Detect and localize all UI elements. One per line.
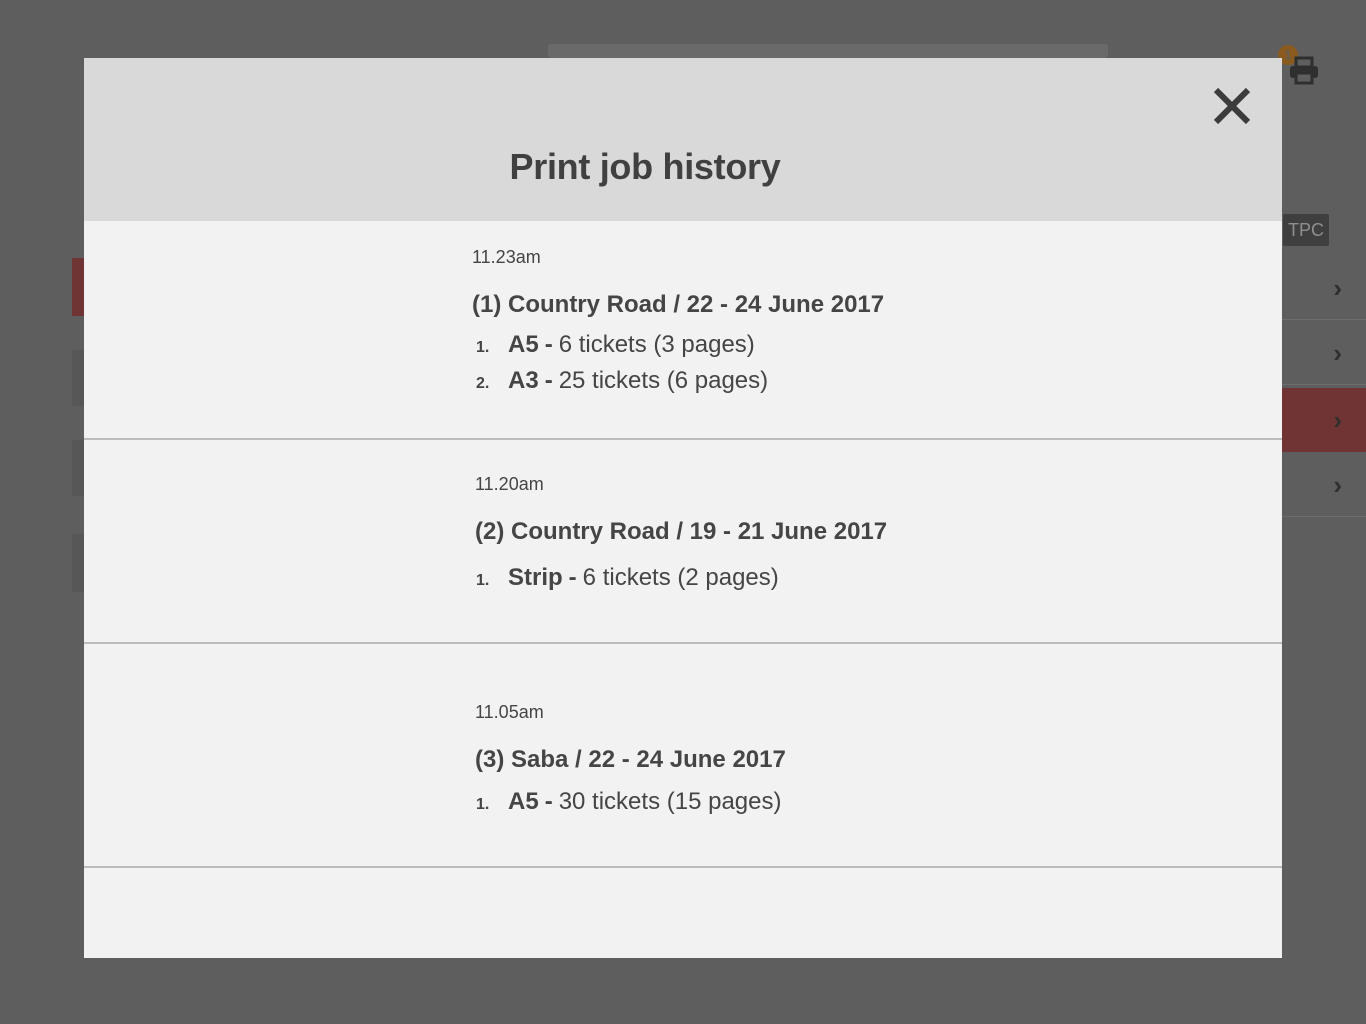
background-list-row: › bbox=[1282, 256, 1366, 320]
tpc-tag: TPC bbox=[1283, 214, 1329, 246]
print-job-history-modal: Print job history 11.23am (1) Country Ro… bbox=[84, 58, 1282, 958]
job-item-number: 1. bbox=[476, 796, 490, 813]
job-title: (1) Country Road / 22 - 24 June 2017 bbox=[472, 291, 885, 318]
background-list-row: › bbox=[1282, 321, 1366, 385]
job-title: (3) Saba / 22 - 24 June 2017 bbox=[475, 746, 786, 773]
job-item-number: 2. bbox=[476, 375, 490, 392]
job-item: 1. A5 - 30 tickets (15 pages) bbox=[472, 788, 781, 816]
job-time: 11.05am bbox=[475, 702, 544, 722]
close-button[interactable] bbox=[1210, 84, 1254, 128]
job-time: 11.23am bbox=[472, 247, 541, 267]
job-item-separator: - bbox=[544, 367, 553, 394]
job-item-size: A3 bbox=[508, 367, 539, 394]
job-entry[interactable]: 11.23am (1) Country Road / 22 - 24 June … bbox=[84, 221, 1282, 440]
background-search-bar bbox=[548, 44, 1108, 58]
job-item-separator: - bbox=[568, 564, 577, 591]
chevron-right-icon: › bbox=[1333, 272, 1342, 303]
job-item-detail: 25 tickets (6 pages) bbox=[558, 367, 769, 394]
job-item-detail: 30 tickets (15 pages) bbox=[558, 788, 782, 815]
background-list-row-active: › bbox=[1282, 388, 1366, 452]
chevron-right-icon: › bbox=[1333, 337, 1342, 368]
job-entry[interactable]: 11.05am (3) Saba / 22 - 24 June 2017 1. … bbox=[84, 644, 1282, 868]
background-list-row: › bbox=[1282, 453, 1366, 517]
job-title: (2) Country Road / 19 - 21 June 2017 bbox=[475, 518, 888, 545]
printer-icon bbox=[1287, 56, 1321, 86]
chevron-right-icon: › bbox=[1333, 405, 1342, 435]
modal-title: Print job history bbox=[509, 146, 781, 187]
job-item-size: A5 bbox=[508, 788, 539, 815]
job-item-separator: - bbox=[544, 331, 553, 358]
job-item: 1. A5 - 6 tickets (3 pages) bbox=[472, 331, 755, 359]
job-item: 1. Strip - 6 tickets (2 pages) bbox=[472, 564, 779, 592]
job-item-separator: - bbox=[544, 788, 553, 815]
job-time: 11.20am bbox=[475, 474, 544, 494]
job-item-size: A5 bbox=[508, 331, 539, 358]
job-item-number: 1. bbox=[476, 339, 490, 356]
job-item-size: Strip bbox=[508, 564, 563, 591]
job-item: 2. A3 - 25 tickets (6 pages) bbox=[472, 367, 768, 395]
job-item-detail: 6 tickets (3 pages) bbox=[558, 331, 755, 358]
job-entry[interactable]: 11.20am (2) Country Road / 19 - 21 June … bbox=[84, 440, 1282, 644]
modal-header: Print job history bbox=[84, 58, 1282, 221]
chevron-right-icon: › bbox=[1333, 469, 1342, 500]
job-item-detail: 6 tickets (2 pages) bbox=[582, 564, 779, 591]
job-item-number: 1. bbox=[476, 572, 490, 589]
close-icon bbox=[1213, 87, 1251, 125]
